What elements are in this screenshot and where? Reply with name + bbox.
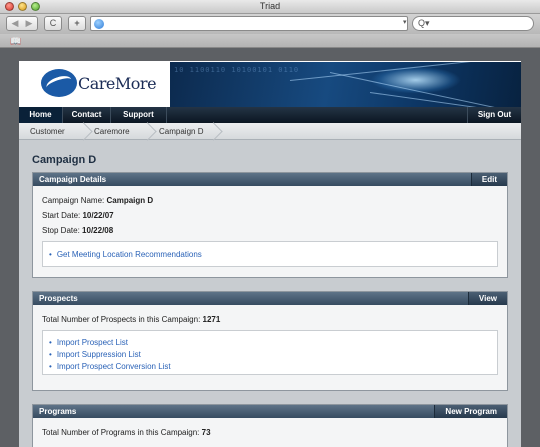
address-bar[interactable]	[90, 16, 408, 31]
breadcrumb-item[interactable]: Customer	[30, 127, 65, 136]
breadcrumb-item[interactable]: Campaign D	[159, 127, 203, 136]
field-value: 10/22/07	[82, 211, 114, 220]
banner-light-line	[289, 62, 489, 81]
globe-icon	[94, 19, 104, 29]
book-icon[interactable]: 📖	[10, 36, 21, 47]
stop-date-field: Stop Date: 10/22/08	[42, 226, 113, 235]
prospects-total: Total Number of Prospects in this Campai…	[42, 315, 220, 324]
field-value: 1271	[202, 315, 221, 324]
import-prospect-list-link[interactable]: Import Prospect List	[49, 338, 128, 347]
back-icon[interactable]: ◀	[8, 17, 22, 30]
edit-button[interactable]: Edit	[470, 173, 507, 186]
address-dropdown-icon[interactable]: ▾	[403, 18, 407, 26]
forward-icon[interactable]: ▶	[22, 17, 36, 30]
programs-panel: Programs New Program Total Number of Pro…	[32, 404, 508, 447]
logo-swirl-icon	[41, 69, 77, 97]
breadcrumb-item[interactable]: Caremore	[94, 127, 130, 136]
panel-title: Campaign Details	[39, 175, 107, 184]
page-title: Campaign D	[32, 154, 97, 166]
banner-light-line	[369, 92, 519, 107]
nav-contact[interactable]: Contact	[63, 107, 111, 123]
back-forward-buttons[interactable]: ◀ ▶	[6, 16, 38, 31]
campaign-details-panel: Campaign Details Edit Campaign Name: Cam…	[32, 172, 508, 278]
import-suppression-list-link[interactable]: Import Suppression List	[49, 350, 141, 359]
field-value: Campaign D	[106, 196, 154, 205]
campaign-name-field: Campaign Name: Campaign D	[42, 196, 153, 205]
prospect-links: Import Prospect List Import Suppression …	[42, 330, 498, 375]
field-label: Start Date:	[42, 211, 81, 220]
banner-artwork: 10 1100110 10100101 0110	[170, 62, 521, 107]
programs-total: Total Number of Programs in this Campaig…	[42, 428, 211, 437]
field-value: 10/22/08	[82, 226, 114, 235]
field-label: Stop Date:	[42, 226, 80, 235]
start-date-field: Start Date: 10/22/07	[42, 211, 114, 220]
page-viewport: CareMore 10 1100110 10100101 0110 Home C…	[0, 49, 540, 447]
site-banner: CareMore 10 1100110 10100101 0110	[19, 61, 521, 107]
nav-support[interactable]: Support	[111, 107, 167, 123]
prospects-panel: Prospects View Total Number of Prospects…	[32, 291, 508, 391]
panel-title: Programs	[39, 407, 77, 416]
breadcrumb: Customer Caremore Campaign D	[19, 123, 521, 140]
window-titlebar: Triad	[0, 0, 540, 14]
import-conversion-list-link[interactable]: Import Prospect Conversion List	[49, 362, 171, 371]
panel-header: Prospects View	[33, 292, 507, 305]
search-field[interactable]: Q▾	[412, 16, 534, 31]
main-nav: Home Contact Support Sign Out	[19, 107, 521, 123]
banner-light-line	[329, 72, 497, 107]
site-container: CareMore 10 1100110 10100101 0110 Home C…	[19, 61, 521, 447]
field-label: Total Number of Prospects in this Campai…	[42, 315, 201, 324]
field-label: Total Number of Programs in this Campaig…	[42, 428, 200, 437]
reload-button[interactable]: C	[44, 16, 62, 31]
nav-sign-out[interactable]: Sign Out	[467, 107, 521, 123]
meeting-location-link[interactable]: Get Meeting Location Recommendations	[49, 250, 202, 259]
bookmarks-bar: 📖	[0, 34, 540, 48]
breadcrumb-separator	[143, 123, 153, 140]
field-value: 73	[201, 428, 211, 437]
nav-home[interactable]: Home	[19, 107, 63, 123]
panel-title: Prospects	[39, 294, 78, 303]
field-label: Campaign Name:	[42, 196, 105, 205]
panel-header: Programs New Program	[33, 405, 507, 418]
details-links: Get Meeting Location Recommendations	[42, 241, 498, 267]
browser-toolbar: ◀ ▶ C + ▾ Q▾	[0, 14, 540, 34]
window-title: Triad	[259, 1, 281, 11]
new-program-button[interactable]: New Program	[434, 405, 507, 418]
search-icon: Q▾	[418, 18, 430, 28]
breadcrumb-separator	[79, 123, 89, 140]
banner-digits: 10 1100110 10100101 0110	[174, 66, 300, 74]
logo-text: CareMore	[78, 74, 157, 93]
logo[interactable]: CareMore	[20, 62, 170, 107]
breadcrumb-separator	[209, 123, 219, 140]
view-button[interactable]: View	[467, 292, 507, 305]
panel-header: Campaign Details Edit	[33, 173, 507, 186]
add-bookmark-button[interactable]: +	[68, 16, 86, 31]
